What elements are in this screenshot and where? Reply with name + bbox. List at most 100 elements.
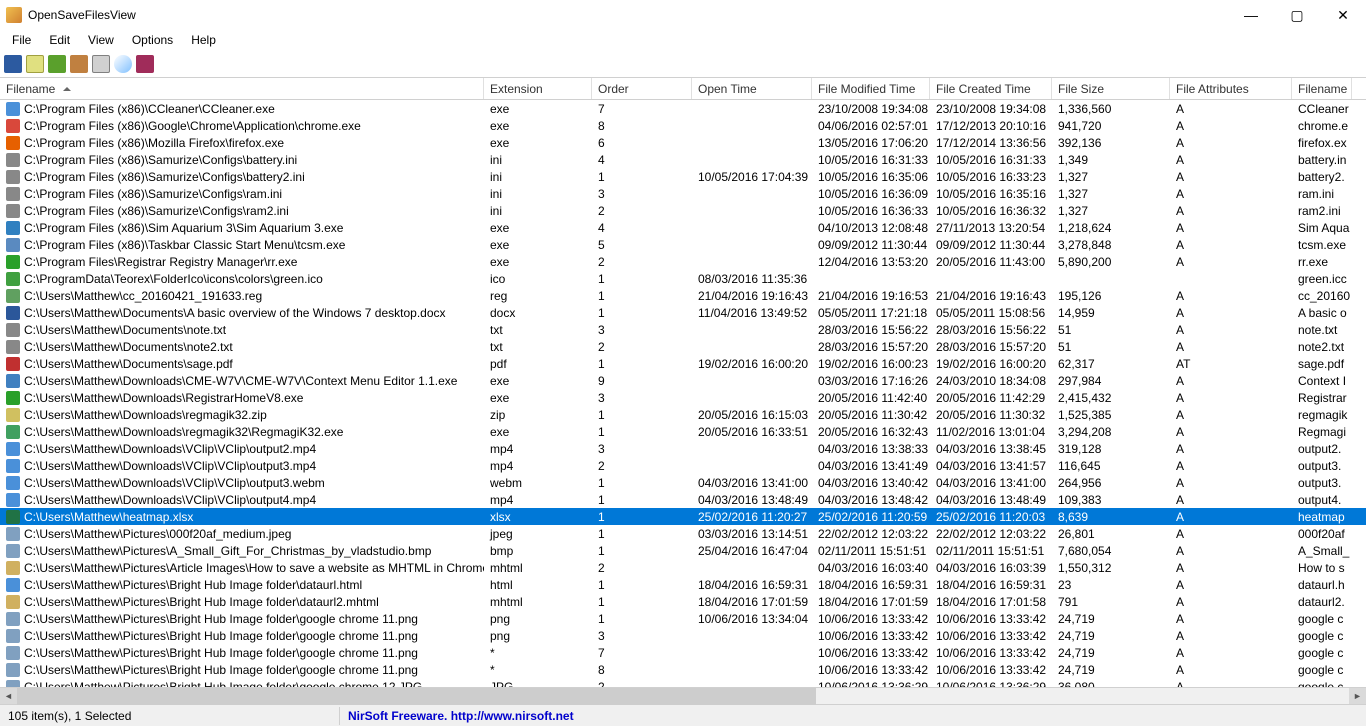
grid-body[interactable]: C:\Program Files (x86)\CCleaner\CCleaner… [0, 100, 1366, 687]
cell-size: 8,639 [1052, 510, 1170, 524]
column-order[interactable]: Order [592, 78, 692, 99]
cell-filename: C:\Users\Matthew\Downloads\VClip\VClip\o… [0, 459, 484, 473]
menu-edit[interactable]: Edit [41, 31, 78, 49]
column-modified[interactable]: File Modified Time [812, 78, 930, 99]
table-row[interactable]: C:\Users\Matthew\Documents\note.txttxt32… [0, 321, 1366, 338]
table-row[interactable]: C:\Program Files (x86)\Taskbar Classic S… [0, 236, 1366, 253]
cell-modified: 13/05/2016 17:06:20 [812, 136, 930, 150]
table-row[interactable]: C:\Users\Matthew\Downloads\regmagik32.zi… [0, 406, 1366, 423]
table-row[interactable]: C:\Program Files (x86)\Google\Chrome\App… [0, 117, 1366, 134]
table-row[interactable]: C:\Users\Matthew\Pictures\Bright Hub Ima… [0, 644, 1366, 661]
cell-modified: 23/10/2008 19:34:08 [812, 102, 930, 116]
table-row[interactable]: C:\Users\Matthew\Downloads\VClip\VClip\o… [0, 457, 1366, 474]
cell-extension: * [484, 646, 592, 660]
cell-modified: 20/05/2016 11:30:42 [812, 408, 930, 422]
scroll-thumb[interactable] [17, 688, 816, 705]
cell-filename: C:\Users\Matthew\heatmap.xlsx [0, 510, 484, 524]
cell-size: 23 [1052, 578, 1170, 592]
column-attrs[interactable]: File Attributes [1170, 78, 1292, 99]
notes-button[interactable] [26, 55, 44, 73]
cell-filename: C:\Users\Matthew\Downloads\VClip\VClip\o… [0, 442, 484, 456]
find-button[interactable] [114, 55, 132, 73]
table-row[interactable]: C:\Program Files (x86)\CCleaner\CCleaner… [0, 100, 1366, 117]
close-button[interactable]: ✕ [1320, 0, 1366, 30]
menu-file[interactable]: File [4, 31, 39, 49]
file-icon [6, 136, 20, 150]
table-row[interactable]: C:\Users\Matthew\Pictures\Bright Hub Ima… [0, 661, 1366, 678]
cell-modified: 10/06/2016 13:33:42 [812, 646, 930, 660]
table-row[interactable]: C:\ProgramData\Teorex\FolderIco\icons\co… [0, 270, 1366, 287]
table-row[interactable]: C:\Users\Matthew\Pictures\000f20af_mediu… [0, 525, 1366, 542]
column-filename[interactable]: Filename [0, 78, 484, 99]
cell-order: 8 [592, 119, 692, 133]
cell-attrs: A [1170, 425, 1292, 439]
menu-help[interactable]: Help [183, 31, 224, 49]
table-row[interactable]: C:\Users\Matthew\heatmap.xlsxxlsx125/02/… [0, 508, 1366, 525]
cell-filename: C:\Users\Matthew\Documents\sage.pdf [0, 357, 484, 371]
scroll-right-icon[interactable]: ► [1349, 688, 1366, 705]
menu-options[interactable]: Options [124, 31, 181, 49]
status-link[interactable]: NirSoft Freeware. http://www.nirsoft.net [340, 707, 1366, 725]
file-icon [6, 357, 20, 371]
column-fname2[interactable]: Filename [1292, 78, 1352, 99]
column-size[interactable]: File Size [1052, 78, 1170, 99]
exit-button[interactable] [136, 55, 154, 73]
scroll-left-icon[interactable]: ◄ [0, 688, 17, 705]
table-row[interactable]: C:\Program Files (x86)\Samurize\Configs\… [0, 168, 1366, 185]
minimize-button[interactable]: — [1228, 0, 1274, 30]
horizontal-scrollbar[interactable]: ◄ ► [0, 687, 1366, 704]
cell-extension: mp4 [484, 459, 592, 473]
cell-extension: exe [484, 102, 592, 116]
table-row[interactable]: C:\Users\Matthew\Downloads\regmagik32\Re… [0, 423, 1366, 440]
table-row[interactable]: C:\Users\Matthew\Pictures\Bright Hub Ima… [0, 627, 1366, 644]
cell-fname2: ram.ini [1292, 187, 1352, 201]
table-row[interactable]: C:\Users\Matthew\Pictures\Bright Hub Ima… [0, 593, 1366, 610]
maximize-button[interactable]: ▢ [1274, 0, 1320, 30]
cell-created: 28/03/2016 15:57:20 [930, 340, 1052, 354]
cell-modified: 28/03/2016 15:57:20 [812, 340, 930, 354]
cell-filename: C:\Users\Matthew\Pictures\Bright Hub Ima… [0, 629, 484, 643]
menu-view[interactable]: View [80, 31, 122, 49]
table-row[interactable]: C:\Users\Matthew\cc_20160421_191633.regr… [0, 287, 1366, 304]
copy-button[interactable] [70, 55, 88, 73]
table-row[interactable]: C:\Users\Matthew\Pictures\Bright Hub Ima… [0, 678, 1366, 687]
table-row[interactable]: C:\Users\Matthew\Documents\note2.txttxt2… [0, 338, 1366, 355]
column-open_time[interactable]: Open Time [692, 78, 812, 99]
table-row[interactable]: C:\Users\Matthew\Downloads\VClip\VClip\o… [0, 491, 1366, 508]
save-button[interactable] [4, 55, 22, 73]
table-row[interactable]: C:\Users\Matthew\Downloads\VClip\VClip\o… [0, 474, 1366, 491]
table-row[interactable]: C:\Users\Matthew\Downloads\VClip\VClip\o… [0, 440, 1366, 457]
cell-filename: C:\Program Files\Registrar Registry Mana… [0, 255, 484, 269]
cell-order: 1 [592, 544, 692, 558]
table-row[interactable]: C:\Users\Matthew\Documents\sage.pdfpdf11… [0, 355, 1366, 372]
cell-fname2: ram2.ini [1292, 204, 1352, 218]
table-row[interactable]: C:\Program Files (x86)\Samurize\Configs\… [0, 185, 1366, 202]
table-row[interactable]: C:\Users\Matthew\Pictures\Bright Hub Ima… [0, 610, 1366, 627]
table-row[interactable]: C:\Program Files\Registrar Registry Mana… [0, 253, 1366, 270]
cell-fname2: dataurl.h [1292, 578, 1352, 592]
cell-fname2: Regmagi [1292, 425, 1352, 439]
cell-attrs: A [1170, 255, 1292, 269]
properties-button[interactable] [92, 55, 110, 73]
table-row[interactable]: C:\Program Files (x86)\Sim Aquarium 3\Si… [0, 219, 1366, 236]
cell-filename: C:\Users\Matthew\Downloads\regmagik32.zi… [0, 408, 484, 422]
cell-open_time: 19/02/2016 16:00:20 [692, 357, 812, 371]
table-row[interactable]: C:\Program Files (x86)\Mozilla Firefox\f… [0, 134, 1366, 151]
column-extension[interactable]: Extension [484, 78, 592, 99]
cell-created: 04/03/2016 13:48:49 [930, 493, 1052, 507]
refresh-button[interactable] [48, 55, 66, 73]
cell-fname2: output3. [1292, 476, 1352, 490]
cell-open_time: 21/04/2016 19:16:43 [692, 289, 812, 303]
table-row[interactable]: C:\Users\Matthew\Downloads\RegistrarHome… [0, 389, 1366, 406]
table-row[interactable]: C:\Users\Matthew\Pictures\A_Small_Gift_F… [0, 542, 1366, 559]
column-created[interactable]: File Created Time [930, 78, 1052, 99]
table-row[interactable]: C:\Users\Matthew\Pictures\Bright Hub Ima… [0, 576, 1366, 593]
table-row[interactable]: C:\Users\Matthew\Pictures\Article Images… [0, 559, 1366, 576]
table-row[interactable]: C:\Users\Matthew\Documents\A basic overv… [0, 304, 1366, 321]
cell-fname2: CCleaner [1292, 102, 1352, 116]
table-row[interactable]: C:\Program Files (x86)\Samurize\Configs\… [0, 202, 1366, 219]
table-row[interactable]: C:\Program Files (x86)\Samurize\Configs\… [0, 151, 1366, 168]
table-row[interactable]: C:\Users\Matthew\Downloads\CME-W7V\CME-W… [0, 372, 1366, 389]
cell-attrs: A [1170, 510, 1292, 524]
cell-extension: mhtml [484, 561, 592, 575]
